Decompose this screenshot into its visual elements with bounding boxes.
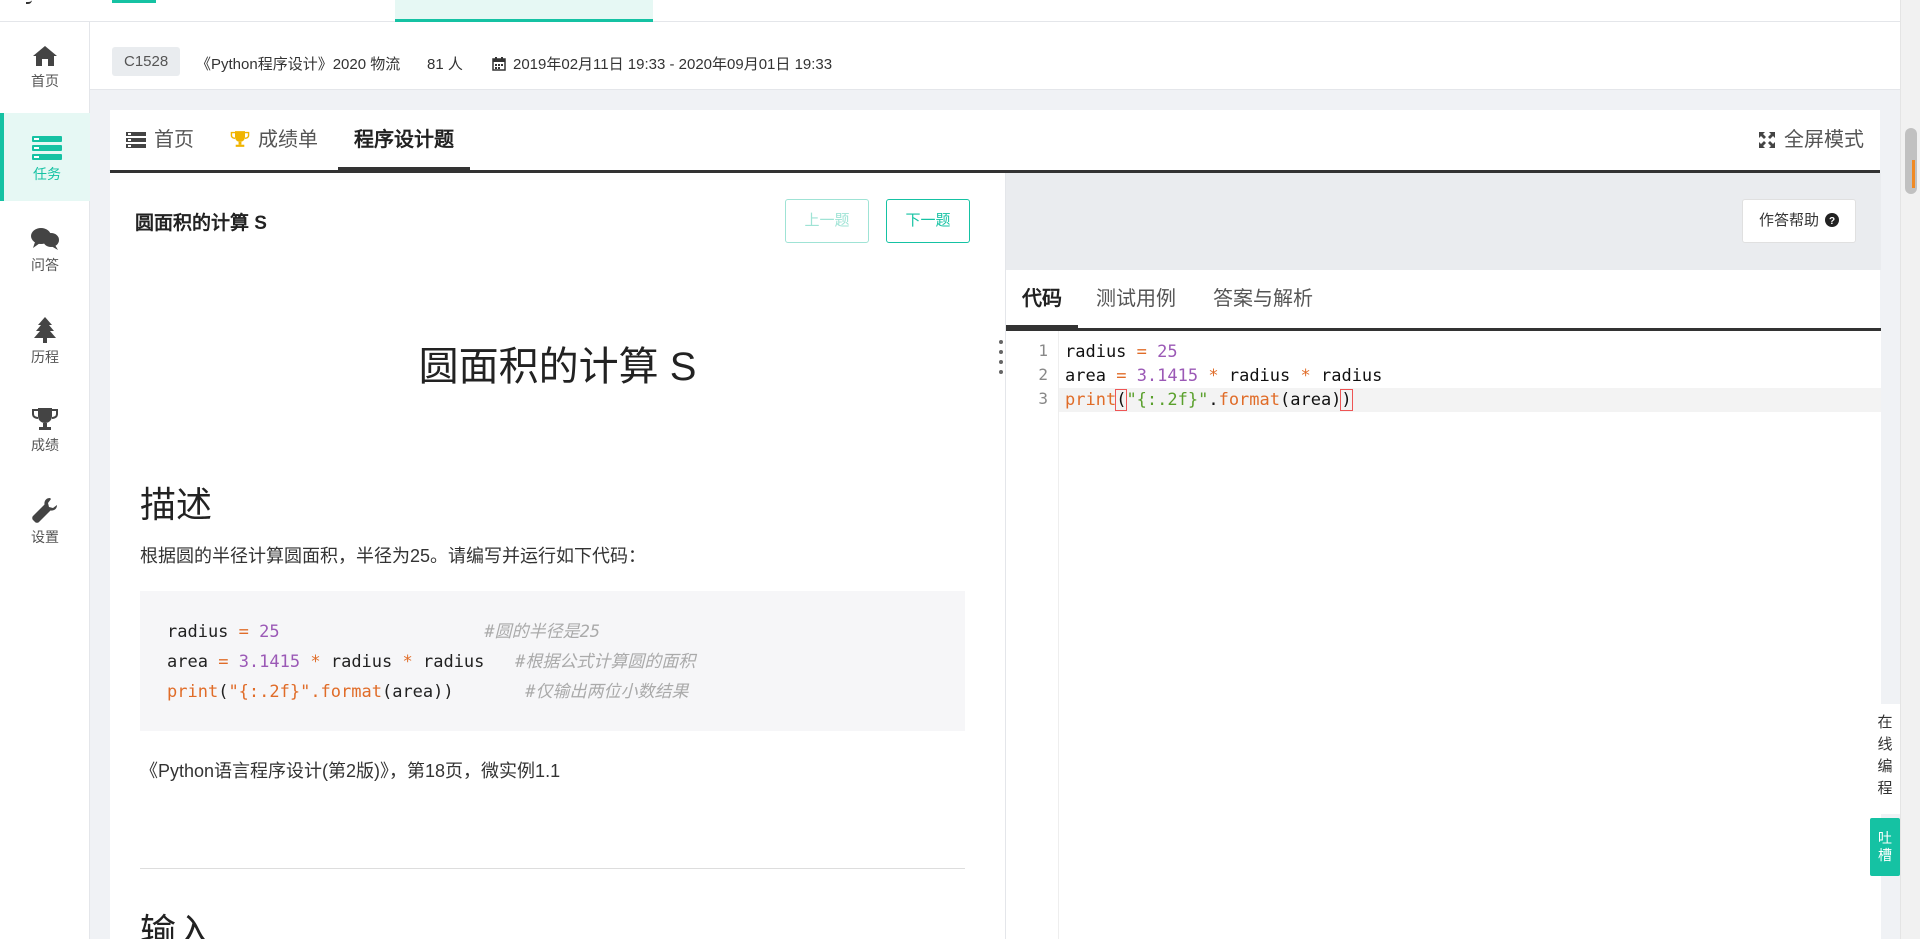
- course-period: 2019年02月11日 19:33 - 2020年09月01日 19:33: [492, 53, 832, 74]
- sidebar-item-label: 历程: [31, 349, 59, 365]
- answer-help-button[interactable]: 作答帮助?: [1741, 199, 1856, 243]
- calendar-icon: [492, 57, 506, 71]
- editor-toolbar: 作答帮助?: [1006, 173, 1881, 270]
- tab-label: 成绩单: [258, 129, 318, 151]
- input-heading: 输入: [140, 911, 213, 939]
- help-label: 作答帮助: [1758, 212, 1819, 229]
- pane-splitter-handle[interactable]: [998, 340, 1004, 390]
- sample-code-block: radius = 25 #圆的半径是25 area = 3.1415 * rad…: [140, 591, 965, 731]
- online-coding-char: 编: [1877, 758, 1893, 775]
- svg-text:?: ?: [1829, 216, 1835, 227]
- code-editor[interactable]: 1 2 3 radius = 25 area = 3.1415 * radius…: [1006, 331, 1881, 939]
- reference-text: 《Python语言程序设计(第2版)》，第18页，微实例1.1: [140, 761, 561, 781]
- task-tabs: 首页 成绩单 程序设计题 全屏模式: [110, 110, 1880, 173]
- online-coding-char: 程: [1877, 780, 1893, 797]
- tasks-icon: [32, 136, 62, 160]
- question-circle-icon: ?: [1825, 213, 1839, 227]
- feedback-button[interactable]: 吐 槽: [1870, 818, 1900, 876]
- editor-pane: 作答帮助? 代码 测试用例 答案与解析 1 2 3 radius = 25 ar…: [1005, 173, 1881, 939]
- tree-icon: [34, 317, 56, 343]
- course-period-text: 2019年02月11日 19:33 - 2020年09月01日 19:33: [513, 56, 833, 73]
- logo-fragment: [26, 0, 32, 4]
- trophy-icon: [230, 131, 250, 147]
- problem-pane: 圆面积的计算 S 上一题 下一题 圆面积的计算 S 描述 根据圆的半径计算圆面积…: [110, 173, 1005, 939]
- sidebar-item-qa[interactable]: 问答: [0, 204, 90, 292]
- section-divider: [140, 868, 965, 869]
- code-line[interactable]: area = 3.1415 * radius * radius: [1065, 364, 1382, 388]
- scrollbar-thumb[interactable]: [1905, 128, 1917, 194]
- prev-problem-button[interactable]: 上一题: [785, 199, 869, 243]
- code-comment: #圆的半径是25: [484, 622, 601, 642]
- expand-icon: [1759, 132, 1775, 148]
- top-navbar: [0, 0, 1900, 22]
- tab-answer-analysis[interactable]: 答案与解析: [1213, 270, 1313, 331]
- online-coding-char: 线: [1877, 736, 1893, 753]
- tab-home[interactable]: 首页: [126, 110, 194, 173]
- sidebar-item-history[interactable]: 历程: [0, 294, 90, 382]
- sidebar-item-label: 问答: [31, 257, 59, 273]
- feedback-char: 槽: [1878, 847, 1892, 863]
- tab-test-cases[interactable]: 测试用例: [1096, 270, 1176, 331]
- sidebar-item-tasks[interactable]: 任务: [0, 113, 90, 201]
- sidebar-item-label: 首页: [31, 73, 59, 89]
- problem-title: 圆面积的计算 S: [135, 213, 267, 234]
- top-nav-indicator: [112, 0, 156, 3]
- course-name: 《Python程序设计》2020 物流: [196, 56, 401, 73]
- description-text: 根据圆的半径计算圆面积，半径为25。请编写并运行如下代码：: [140, 546, 647, 566]
- home-icon: [33, 46, 57, 66]
- sidebar-item-label: 设置: [31, 529, 59, 545]
- online-coding-tab[interactable]: 在 线 编 程: [1870, 704, 1900, 814]
- code-line[interactable]: print("{:.2f}".format(area)): [1065, 388, 1353, 412]
- sidebar-item-grades[interactable]: 成绩: [0, 384, 90, 472]
- fullscreen-button[interactable]: 全屏模式: [1758, 110, 1864, 170]
- task-card: 首页 成绩单 程序设计题 全屏模式 圆面积的计算 S 上一题 下一题 圆面积的计…: [110, 110, 1881, 939]
- tab-label: 程序设计题: [354, 129, 454, 151]
- student-count: 81 人: [427, 56, 463, 73]
- comments-icon: [31, 228, 59, 250]
- trophy-icon: [32, 408, 58, 430]
- online-coding-char: 在: [1877, 714, 1893, 731]
- page-scrollbar[interactable]: [1900, 0, 1920, 939]
- feedback-char: 吐: [1878, 830, 1892, 846]
- wrench-icon: [32, 498, 57, 523]
- tab-label: 首页: [154, 129, 194, 151]
- fullscreen-label: 全屏模式: [1784, 129, 1864, 151]
- tab-code[interactable]: 代码: [1006, 270, 1078, 331]
- course-code-badge: C1528: [112, 47, 181, 76]
- top-nav-active-item[interactable]: [395, 0, 653, 22]
- description-heading: 描述: [140, 484, 213, 525]
- editor-tabs: 代码 测试用例 答案与解析: [1006, 270, 1881, 331]
- next-problem-button[interactable]: 下一题: [886, 199, 970, 243]
- code-line[interactable]: radius = 25: [1065, 340, 1178, 364]
- problem-heading: 圆面积的计算 S: [418, 345, 697, 389]
- sidebar-item-label: 任务: [33, 166, 61, 182]
- code-comment: #根据公式计算圆的面积: [515, 652, 696, 672]
- list-icon: [126, 132, 146, 148]
- line-number-gutter: 1 2 3: [1006, 331, 1059, 939]
- course-info-bar: C1528 《Python程序设计》2020 物流 81 人 2019年02月1…: [90, 22, 1900, 90]
- sidebar-item-home[interactable]: 首页: [0, 22, 90, 110]
- line-number: 1: [1038, 341, 1048, 360]
- line-number: 3: [1038, 389, 1048, 408]
- sidebar-item-settings[interactable]: 设置: [0, 474, 90, 562]
- tab-programming[interactable]: 程序设计题: [338, 110, 470, 173]
- code-comment: #仅输出两位小数结果: [525, 682, 689, 702]
- sidebar-item-label: 成绩: [31, 437, 59, 453]
- sidebar: 首页 任务 问答 历程 成绩 设置: [0, 22, 90, 939]
- scrollbar-marker: [1912, 160, 1915, 188]
- tab-scores[interactable]: 成绩单: [230, 110, 318, 173]
- line-number: 2: [1038, 365, 1048, 384]
